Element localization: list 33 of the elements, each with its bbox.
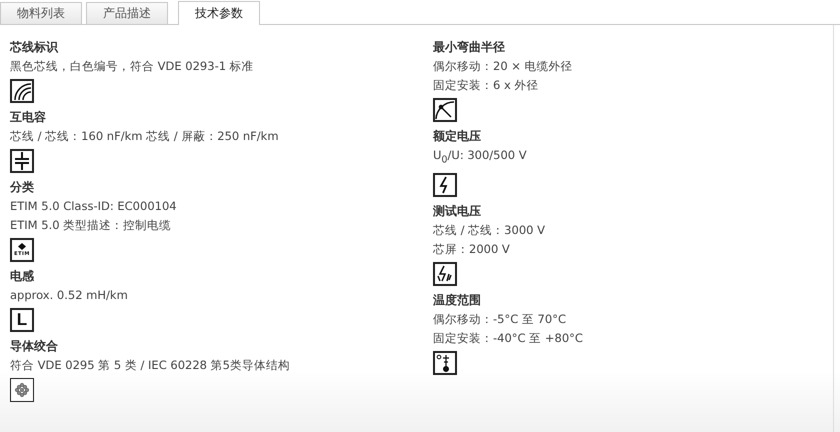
spec-value: ETIM 5.0 Class-ID: EC000104 — [10, 198, 177, 214]
tab[interactable]: 物料列表 — [0, 2, 82, 24]
cable-cores-icon — [10, 79, 34, 103]
lightning-icon — [433, 173, 457, 198]
spec-value: U$_{0}$/U: 300/500 V — [433, 147, 527, 168]
spec-value: 固定安装：-40°C 至 +80°C — [433, 330, 583, 346]
spec-value: 黑色芯线，白色编号，符合 VDE 0293-1 标准 — [10, 58, 254, 74]
spec-value: 芯线 / 芯线：160 nF/km 芯线 / 屏蔽：250 nF/km — [10, 128, 279, 144]
spec-title: 电感 — [10, 268, 34, 284]
spec-value: 偶尔移动：20 × 电缆外径 — [433, 58, 573, 74]
spec-value: 芯线 / 芯线：3000 V — [433, 222, 545, 238]
spec-title: 分类 — [10, 179, 34, 195]
spec-value: 固定安装：6 x 外径 — [433, 77, 538, 93]
spec-title: 额定电压 — [433, 128, 481, 144]
spec-value: 符合 VDE 0295 第 5 类 / IEC 60228 第5类导体结构 — [10, 357, 290, 373]
tab[interactable]: 技术参数 — [178, 1, 260, 25]
tab[interactable]: 产品描述 — [86, 2, 168, 24]
spec-title: 温度范围 — [433, 292, 481, 308]
thermometer-icon — [433, 351, 457, 376]
spec-value: 芯屏：2000 V — [433, 241, 510, 258]
spec-value: 偶尔移动：-5°C 至 70°C — [433, 311, 566, 328]
inductance-icon: L — [10, 308, 34, 332]
spec-title: 导体绞合 — [10, 338, 58, 354]
conductor-strands-icon — [10, 378, 34, 402]
capacitor-icon — [10, 149, 34, 173]
spec-value: ETIM 5.0 类型描述：控制电缆 — [10, 217, 172, 233]
spec-value: approx. 0.52 mH/km — [10, 287, 128, 303]
spec-title: 测试电压 — [433, 203, 481, 220]
spec-title: 互电容 — [10, 109, 46, 125]
voltage-test-icon — [433, 262, 457, 286]
spec-title: 最小弯曲半径 — [433, 39, 505, 55]
bend-radius-icon — [433, 98, 457, 122]
spec-title: 芯线标识 — [10, 39, 58, 55]
